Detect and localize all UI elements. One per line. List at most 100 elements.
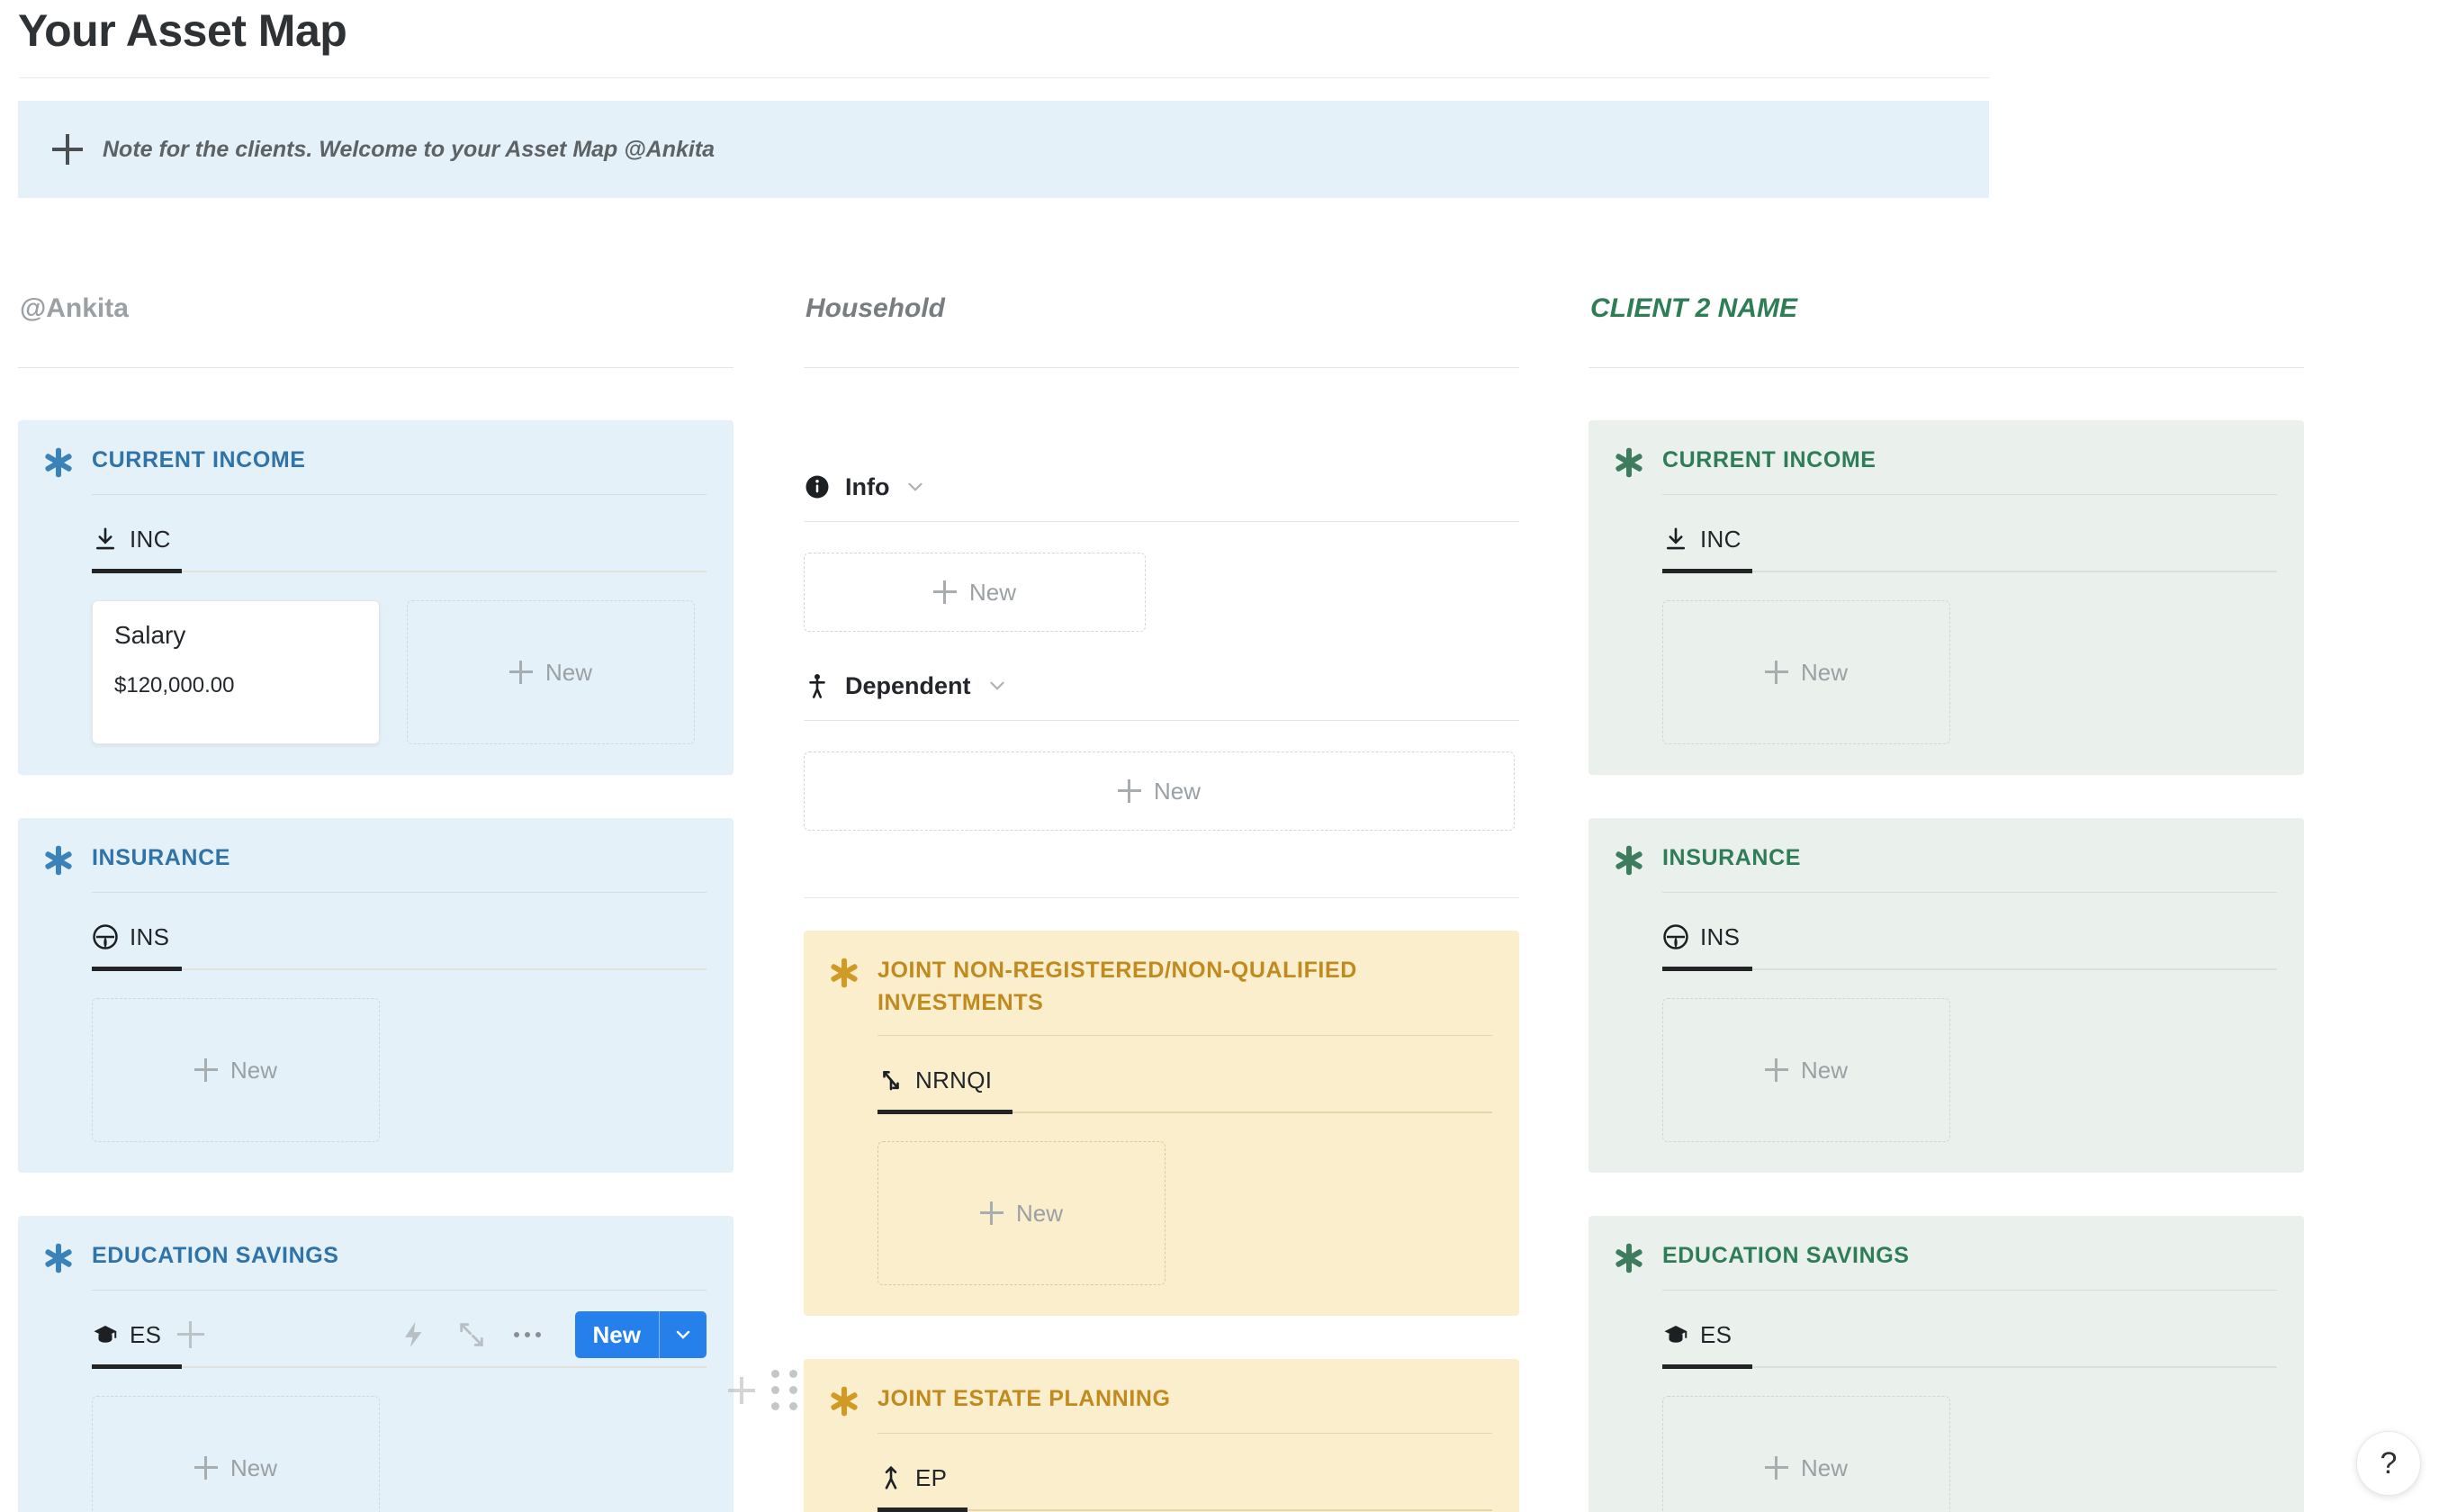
card-header: CURRENT INCOME bbox=[45, 444, 706, 478]
help-label: ? bbox=[2380, 1446, 2398, 1481]
section-divider bbox=[804, 521, 1519, 522]
card-title: INSURANCE bbox=[92, 842, 230, 874]
note-banner[interactable]: Note for the clients. Welcome to your As… bbox=[18, 101, 1989, 198]
section-label: Info bbox=[845, 473, 889, 501]
plus-icon bbox=[980, 1202, 1004, 1225]
card-education-savings-client-2[interactable]: EDUCATION SAVINGS ES New bbox=[1588, 1216, 2304, 1512]
add-new-label: New bbox=[230, 1454, 277, 1482]
card-title: INSURANCE bbox=[1662, 842, 1801, 874]
tab-strip: INC bbox=[1662, 518, 2277, 573]
tab-es[interactable]: ES bbox=[92, 1321, 161, 1349]
asterisk-icon bbox=[831, 958, 858, 988]
plus-icon bbox=[194, 1456, 218, 1480]
tab-underline bbox=[878, 1110, 1492, 1114]
add-new-button[interactable]: New bbox=[1662, 998, 1950, 1142]
drag-handle-icon[interactable] bbox=[771, 1370, 797, 1410]
info-icon bbox=[804, 473, 831, 500]
card-divider bbox=[92, 494, 706, 495]
card-education-savings-client-1[interactable]: EDUCATION SAVINGS ES New bbox=[18, 1216, 734, 1512]
card-current-income-client-1[interactable]: CURRENT INCOME INC Salary $120,000.00 bbox=[18, 420, 734, 775]
chevron-down-icon[interactable] bbox=[660, 1311, 706, 1358]
tab-ep[interactable]: EP bbox=[878, 1464, 947, 1492]
add-new-button[interactable]: New bbox=[804, 752, 1515, 831]
card-joint-estate-planning[interactable]: JOINT ESTATE PLANNING EP bbox=[804, 1359, 1519, 1512]
help-button[interactable]: ? bbox=[2356, 1431, 2421, 1496]
card-divider bbox=[92, 892, 706, 893]
asterisk-icon bbox=[1616, 845, 1642, 876]
tab-underline bbox=[878, 1508, 1492, 1512]
card-header: INSURANCE bbox=[1616, 842, 2277, 876]
card-title: CURRENT INCOME bbox=[1662, 444, 1876, 476]
section-info: Info New bbox=[804, 465, 1524, 632]
expand-icon[interactable] bbox=[456, 1319, 487, 1350]
tab-strip: EP bbox=[878, 1457, 1492, 1512]
insurance-icon bbox=[1662, 923, 1689, 950]
tab-ins[interactable]: INS bbox=[92, 923, 169, 951]
plus-icon bbox=[1765, 661, 1788, 684]
lightning-icon[interactable] bbox=[399, 1319, 429, 1350]
asterisk-icon bbox=[45, 845, 72, 876]
card-current-income-client-2[interactable]: CURRENT INCOME INC New bbox=[1588, 420, 2304, 775]
download-icon bbox=[1662, 526, 1689, 553]
card-divider bbox=[878, 1433, 1492, 1434]
card-header: JOINT NON-REGISTERED/NON-QUALIFIED INVES… bbox=[831, 954, 1492, 1019]
tab-label: ES bbox=[130, 1321, 161, 1349]
tab-strip: NRNQI bbox=[878, 1059, 1492, 1114]
card-insurance-client-1[interactable]: INSURANCE INS New bbox=[18, 818, 734, 1173]
tab-underline bbox=[92, 1364, 706, 1369]
title-divider bbox=[20, 77, 1989, 78]
asterisk-icon bbox=[1616, 447, 1642, 478]
add-new-button[interactable]: New bbox=[1662, 1396, 1950, 1512]
more-icon[interactable] bbox=[514, 1332, 544, 1337]
tab-es[interactable]: ES bbox=[1662, 1321, 1732, 1349]
card-title: EDUCATION SAVINGS bbox=[1662, 1239, 1910, 1272]
estate-person-icon bbox=[878, 1464, 904, 1491]
plus-icon[interactable] bbox=[52, 134, 83, 165]
add-new-label: New bbox=[1801, 1057, 1848, 1084]
section-header[interactable]: Info bbox=[804, 465, 1524, 508]
tile-value: $120,000.00 bbox=[114, 673, 357, 698]
card-title: CURRENT INCOME bbox=[92, 444, 306, 476]
card-toolbar: New bbox=[399, 1311, 706, 1358]
add-new-label: New bbox=[1016, 1200, 1063, 1228]
card-title: JOINT ESTATE PLANNING bbox=[878, 1382, 1171, 1415]
tab-underline bbox=[1662, 569, 2277, 573]
section-header[interactable]: Dependent bbox=[804, 664, 1524, 707]
tab-nrnqi[interactable]: NRNQI bbox=[878, 1066, 992, 1094]
asterisk-icon bbox=[831, 1386, 858, 1417]
add-new-button[interactable]: New bbox=[92, 998, 380, 1142]
card-header: INSURANCE bbox=[45, 842, 706, 876]
card-rail-controls bbox=[728, 1370, 797, 1410]
card-header: EDUCATION SAVINGS bbox=[45, 1239, 706, 1274]
tab-ins[interactable]: INS bbox=[1662, 923, 1740, 951]
list-item[interactable]: Salary $120,000.00 bbox=[92, 600, 380, 744]
add-tab-icon[interactable] bbox=[177, 1321, 204, 1348]
tile-list: New bbox=[92, 998, 706, 1142]
page-title: Your Asset Map bbox=[18, 0, 346, 61]
column-header-client-2: CLIENT 2 NAME bbox=[1588, 288, 2308, 333]
add-new-button[interactable]: New bbox=[92, 1396, 380, 1512]
tab-label: INS bbox=[1700, 923, 1740, 951]
chevron-down-icon[interactable] bbox=[904, 475, 927, 499]
plus-icon bbox=[1765, 1456, 1788, 1480]
household-divider bbox=[804, 897, 1519, 898]
add-new-button[interactable]: New bbox=[407, 600, 695, 744]
card-header: CURRENT INCOME bbox=[1616, 444, 2277, 478]
tab-inc[interactable]: INC bbox=[1662, 526, 1742, 554]
add-new-button[interactable]: New bbox=[878, 1141, 1166, 1285]
chevron-down-icon[interactable] bbox=[986, 674, 1009, 698]
column-client-1: @Ankita CURRENT INCOME INC bbox=[18, 288, 738, 1512]
card-joint-nonregistered-investments[interactable]: JOINT NON-REGISTERED/NON-QUALIFIED INVES… bbox=[804, 931, 1519, 1316]
card-insurance-client-2[interactable]: INSURANCE INS New bbox=[1588, 818, 2304, 1173]
add-new-button[interactable]: New bbox=[804, 553, 1146, 632]
person-icon bbox=[804, 672, 831, 699]
plus-icon[interactable] bbox=[728, 1377, 755, 1404]
tab-inc[interactable]: INC bbox=[92, 526, 171, 554]
asterisk-icon bbox=[45, 447, 72, 478]
tile-list: Salary $120,000.00 New bbox=[92, 600, 706, 744]
insurance-icon bbox=[92, 923, 119, 950]
tab-label: INC bbox=[1700, 526, 1742, 554]
new-button[interactable]: New bbox=[575, 1311, 706, 1358]
add-new-button[interactable]: New bbox=[1662, 600, 1950, 744]
column-header-client-1: @Ankita bbox=[18, 288, 738, 333]
